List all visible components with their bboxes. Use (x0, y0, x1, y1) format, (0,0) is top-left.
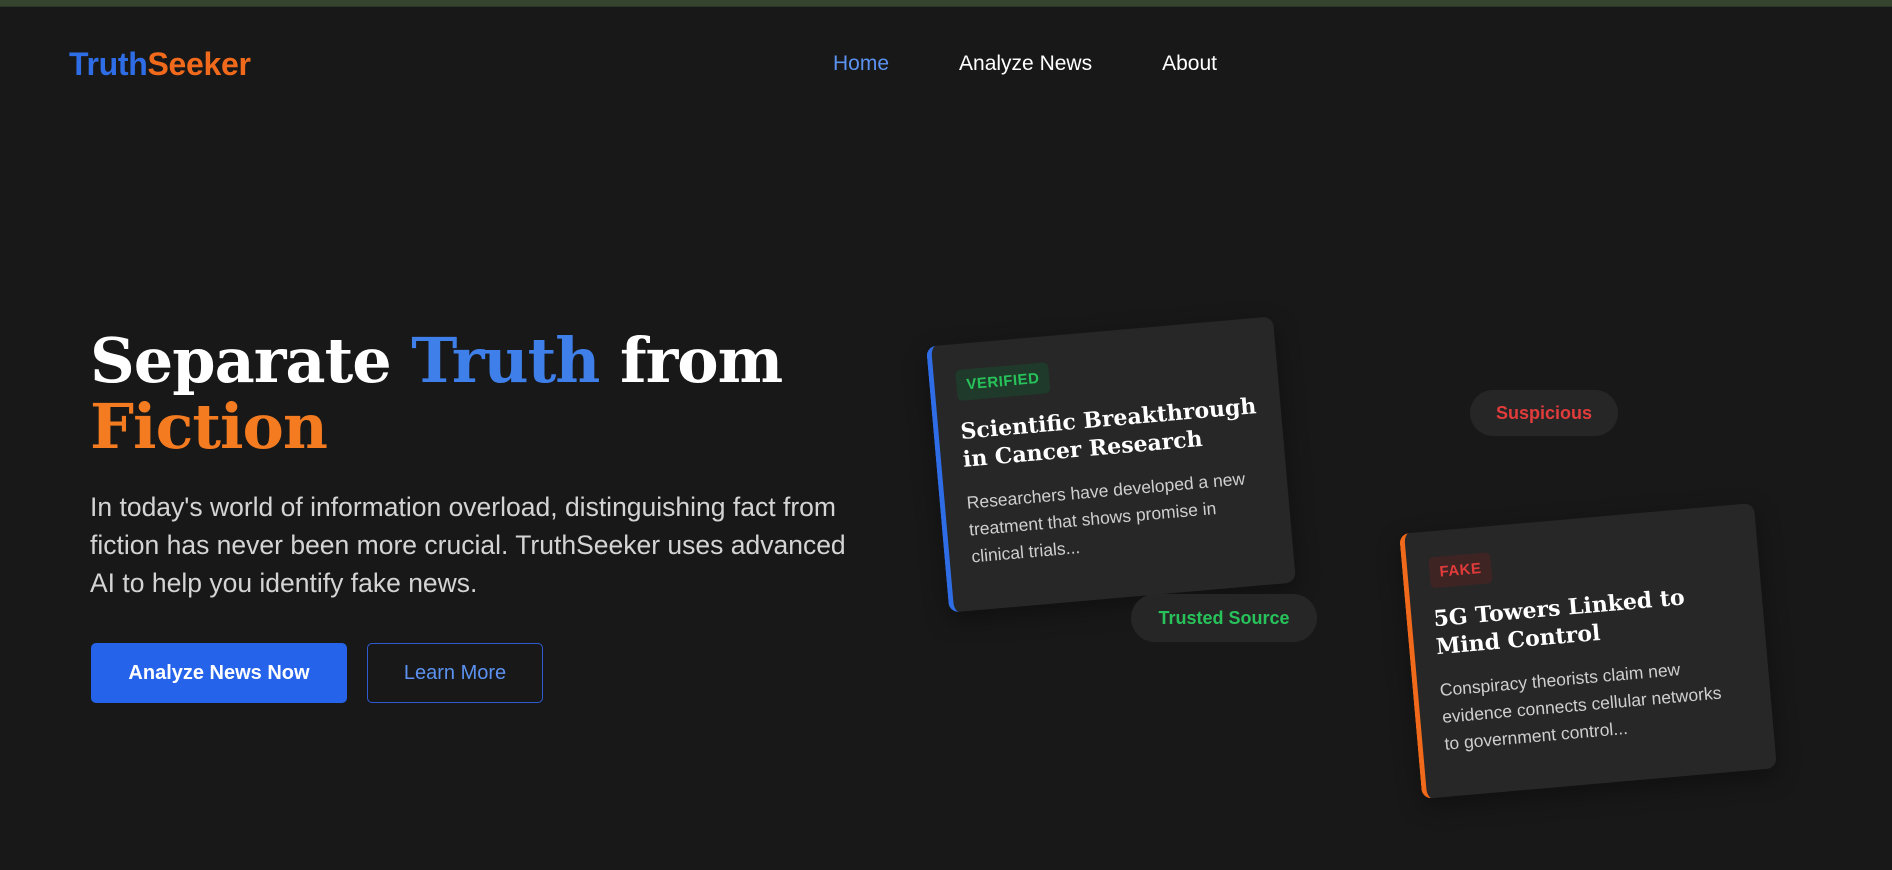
hero-title-part1: Separate (90, 324, 412, 397)
hero-title: Separate Truth from Fiction (90, 328, 890, 460)
page: TruthSeeker Home Analyze News About Sepa… (0, 0, 1892, 870)
news-card-excerpt: Researchers have developed a new treatme… (965, 468, 1246, 567)
learn-more-button[interactable]: Learn More (367, 643, 543, 703)
nav-link-about[interactable]: About (1162, 52, 1217, 76)
hero-title-part2: from (599, 324, 783, 397)
news-card-verified[interactable]: VERIFIED Scientific Breakthrough in Canc… (926, 316, 1296, 613)
hero-title-highlight-fiction: Fiction (90, 390, 328, 463)
nav-link-home[interactable]: Home (833, 52, 889, 76)
news-card-title: 5G Towers Linked to Mind Control (1432, 584, 1686, 661)
hero-description: In today's world of information overload… (90, 492, 846, 598)
news-card-title: Scientific Breakthrough in Cancer Resear… (959, 393, 1258, 473)
nav-link-analyze-news[interactable]: Analyze News (959, 52, 1092, 76)
news-card-excerpt: Conspiracy theorists claim new evidence … (1438, 659, 1723, 754)
main-nav: Home Analyze News About (833, 52, 1217, 76)
browser-top-strip (0, 0, 1892, 7)
fake-badge: FAKE (1428, 552, 1493, 589)
logo-part-seeker: Seeker (147, 46, 251, 82)
verified-badge: VERIFIED (955, 362, 1051, 402)
trusted-source-pill: Trusted Source (1131, 594, 1317, 642)
news-card-fake[interactable]: FAKE 5G Towers Linked to Mind Control Co… (1399, 502, 1777, 800)
logo-part-truth: Truth (69, 46, 148, 82)
site-logo[interactable]: TruthSeeker (69, 46, 251, 83)
analyze-news-now-button[interactable]: Analyze News Now (91, 643, 347, 703)
suspicious-pill: Suspicious (1470, 390, 1618, 436)
hero-title-highlight-truth: Truth (411, 324, 600, 397)
